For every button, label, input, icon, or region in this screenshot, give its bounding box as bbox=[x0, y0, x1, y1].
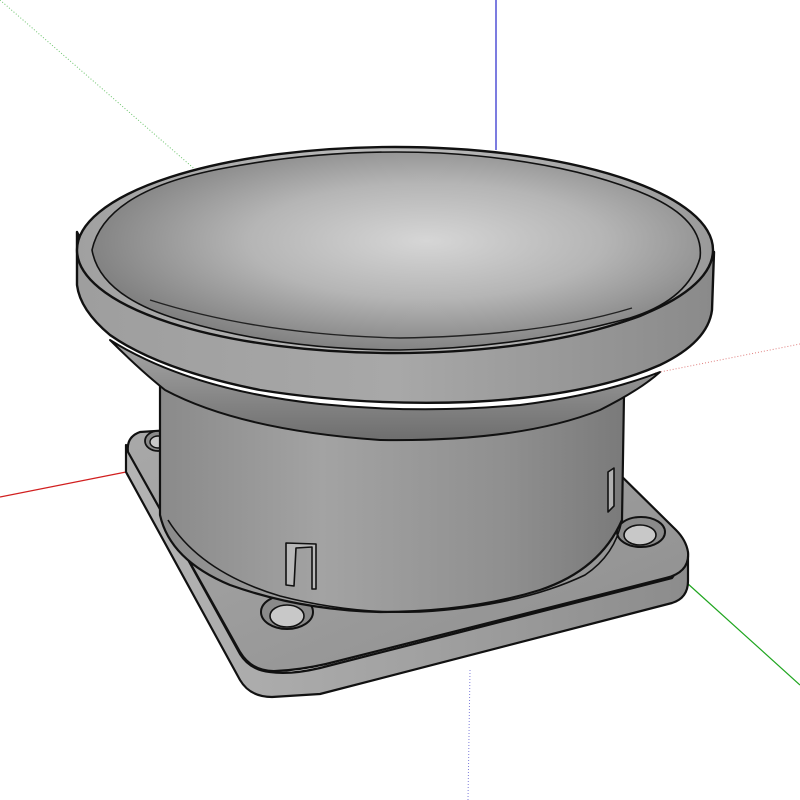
model-scene[interactable] bbox=[0, 0, 800, 800]
red-axis bbox=[0, 471, 127, 498]
3d-viewport[interactable] bbox=[0, 0, 800, 800]
blue-axis-negative bbox=[467, 669, 471, 800]
slot-right bbox=[607, 467, 615, 513]
bowl-interior bbox=[91, 151, 702, 351]
mounting-hole bbox=[616, 516, 666, 548]
green-axis bbox=[686, 582, 800, 686]
green-axis-negative bbox=[0, 0, 199, 173]
